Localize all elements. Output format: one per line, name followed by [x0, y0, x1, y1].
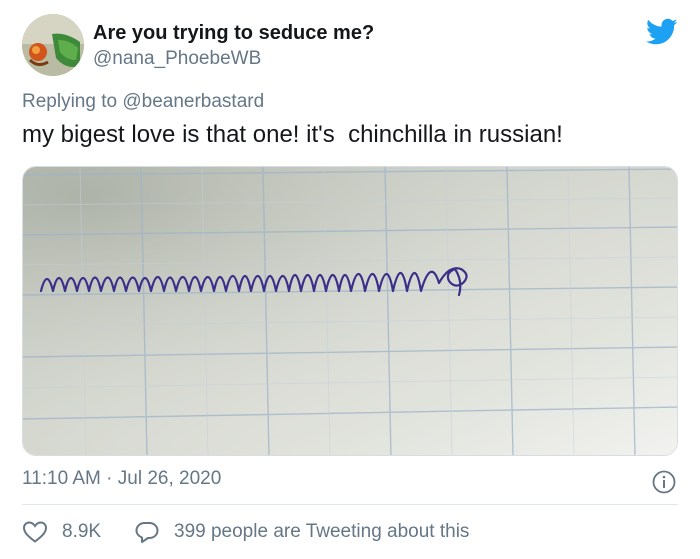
divider — [22, 504, 678, 505]
info-icon[interactable] — [652, 470, 676, 494]
like-button[interactable]: 8.9K — [22, 518, 101, 546]
tweet-timestamp[interactable]: 11:10 AM · Jul 26, 2020 — [22, 468, 221, 490]
reply-context: Replying to @beanerbastard — [22, 91, 264, 113]
tweeting-count-text: 399 people are Tweeting about this — [174, 521, 470, 542]
tweet-photo[interactable] — [22, 166, 678, 456]
tweet-card: Are you trying to seduce me? @nana_Phoeb… — [0, 0, 700, 559]
speech-bubble-icon — [135, 522, 159, 543]
tweet-text: my bigest love is that one! it's chinchi… — [22, 121, 563, 148]
reply-prefix: Replying to — [22, 91, 118, 112]
like-count: 8.9K — [62, 521, 102, 542]
avatar[interactable] — [22, 14, 84, 76]
reply-mention-link[interactable]: @beanerbastard — [122, 91, 264, 112]
heart-icon — [22, 521, 48, 543]
display-name[interactable]: Are you trying to seduce me? — [93, 22, 374, 45]
user-handle[interactable]: @nana_PhoebeWB — [93, 48, 261, 70]
twitter-bird-icon[interactable] — [646, 18, 678, 46]
tweeting-link[interactable]: 399 people are Tweeting about this — [134, 518, 469, 546]
